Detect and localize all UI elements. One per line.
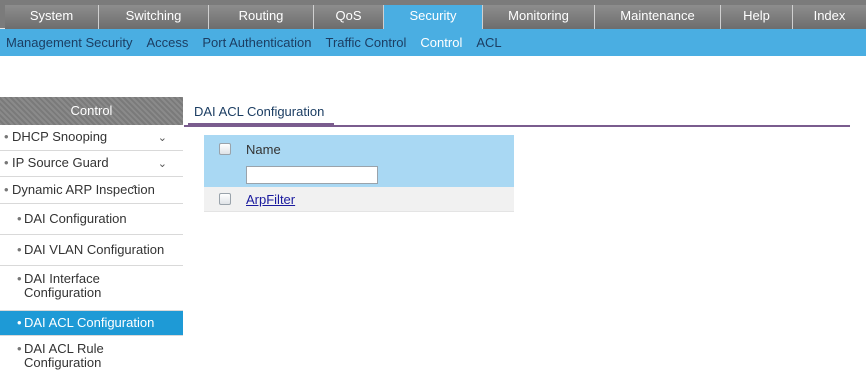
sidebar-header: Control (0, 97, 183, 125)
sidebar-item-label: DAI ACL Rule Configuration (24, 341, 104, 370)
subtab-access[interactable]: Access (146, 35, 188, 50)
tab-system[interactable]: System (5, 5, 99, 29)
sidebar-item-label: DAI ACL Configuration (24, 315, 155, 330)
sidebar-item-label: IP Source Guard (12, 155, 109, 170)
dai-acl-table: Name ArpFilter (204, 135, 514, 212)
name-input[interactable] (246, 166, 378, 184)
bullet-icon: • (4, 155, 9, 170)
subtab-traffic-control[interactable]: Traffic Control (326, 35, 407, 50)
bullet-icon: • (17, 211, 22, 226)
row-checkbox[interactable] (219, 193, 231, 205)
bullet-icon: • (17, 341, 22, 356)
tab-security[interactable]: Security (384, 5, 483, 29)
tab-index[interactable]: Index (793, 5, 866, 29)
bullet-icon: • (17, 315, 22, 330)
tab-maintenance[interactable]: Maintenance (595, 5, 721, 29)
sidebar-item-dai-interface-configuration[interactable]: • DAI Interface Configuration (0, 266, 183, 311)
sidebar-item-label: DAI VLAN Configuration (24, 242, 165, 257)
sidebar-item-dai-configuration[interactable]: • DAI Configuration (0, 204, 183, 235)
sidebar-item-dai-acl-rule-configuration[interactable]: • DAI ACL Rule Configuration (0, 336, 183, 376)
subtab-control[interactable]: Control (420, 35, 462, 50)
chevron-down-icon[interactable]: ⌄ (158, 152, 167, 176)
acl-name-link[interactable]: ArpFilter (246, 192, 295, 207)
bullet-icon: • (17, 271, 22, 286)
sidebar-item-dai-acl-configuration[interactable]: • DAI ACL Configuration (0, 311, 183, 336)
sidebar-item-label: DAI Interface Configuration (24, 271, 102, 300)
tab-monitoring[interactable]: Monitoring (483, 5, 595, 29)
tab-switching[interactable]: Switching (99, 5, 209, 29)
subtab-management-security[interactable]: Management Security (6, 35, 132, 50)
subtab-acl[interactable]: ACL (476, 35, 501, 50)
bullet-icon: • (4, 129, 9, 144)
table-row: ArpFilter (204, 187, 514, 212)
tab-help[interactable]: Help (721, 5, 793, 29)
page-title: DAI ACL Configuration (194, 104, 325, 119)
sidebar-item-dai-vlan-configuration[interactable]: • DAI VLAN Configuration (0, 235, 183, 266)
bullet-icon: • (17, 242, 22, 257)
bullet-icon: • (4, 182, 9, 197)
tab-qos[interactable]: QoS (314, 5, 384, 29)
sidebar-item-dynamic-arp-inspection[interactable]: • Dynamic ARP Inspection ⌃ (0, 177, 183, 204)
chevron-down-icon[interactable]: ⌄ (158, 126, 167, 150)
select-all-checkbox[interactable] (219, 143, 231, 155)
column-header-name: Name (246, 141, 281, 157)
sidebar-item-label: DHCP Snooping (12, 129, 108, 144)
subtab-port-authentication[interactable]: Port Authentication (202, 35, 311, 50)
tab-routing[interactable]: Routing (209, 5, 314, 29)
sidebar-item-dhcp-snooping[interactable]: • DHCP Snooping ⌄ (0, 125, 183, 151)
sidebar: Control • DHCP Snooping ⌄ • IP Source Gu… (0, 97, 183, 370)
title-underline (188, 123, 334, 126)
sub-nav: Management Security Access Port Authenti… (0, 29, 866, 56)
top-nav: System Switching Routing QoS Security Mo… (0, 0, 866, 29)
chevron-up-icon[interactable]: ⌃ (130, 177, 139, 203)
sidebar-item-label: DAI Configuration (24, 211, 127, 226)
table-header-row: Name (204, 135, 514, 163)
table-filter-row (204, 163, 514, 187)
sidebar-item-ip-source-guard[interactable]: • IP Source Guard ⌄ (0, 151, 183, 177)
